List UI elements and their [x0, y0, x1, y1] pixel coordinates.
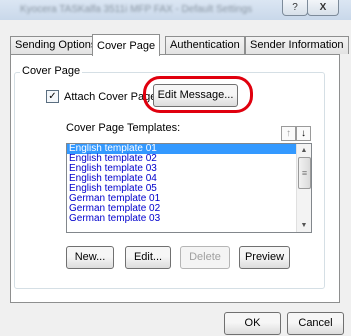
edit-message-button[interactable]: Edit Message...: [153, 84, 238, 107]
scroll-thumb[interactable]: ≡: [298, 157, 311, 189]
list-item[interactable]: German template 03: [67, 214, 296, 224]
templates-label: Cover Page Templates:: [66, 122, 181, 134]
tab-sending-options[interactable]: Sending Options: [10, 36, 102, 54]
cancel-button[interactable]: Cancel: [287, 312, 344, 335]
templates-listbox[interactable]: English template 01 English template 02 …: [66, 143, 312, 233]
templates-list: English template 01 English template 02 …: [67, 144, 296, 224]
move-up-icon[interactable]: ↑: [281, 126, 296, 141]
ok-button[interactable]: OK: [224, 312, 281, 335]
scroll-up-icon[interactable]: ▲: [297, 144, 311, 157]
edit-button[interactable]: Edit...: [125, 246, 171, 269]
new-button[interactable]: New...: [66, 246, 114, 269]
help-button[interactable]: ?: [282, 0, 308, 16]
scroll-down-icon[interactable]: ▼: [297, 219, 311, 232]
attach-cover-page-row[interactable]: ✓ Attach Cover Page: [46, 90, 156, 103]
tab-sender-information[interactable]: Sender Information: [245, 36, 349, 54]
window-title: Kyocera TASKalfa 3511i MFP FAX - Default…: [20, 4, 253, 15]
delete-button: Delete: [180, 246, 230, 269]
group-label: Cover Page: [20, 65, 83, 77]
attach-cover-page-checkbox[interactable]: ✓: [46, 90, 59, 103]
title-bar: Kyocera TASKalfa 3511i MFP FAX - Default…: [0, 0, 351, 20]
tab-authentication[interactable]: Authentication: [165, 36, 245, 54]
close-button[interactable]: X: [307, 0, 339, 16]
tab-cover-page[interactable]: Cover Page: [92, 34, 161, 56]
move-down-icon[interactable]: ↓: [296, 126, 311, 141]
preview-button[interactable]: Preview: [239, 246, 290, 269]
list-scrollbar[interactable]: ▲ ≡ ▼: [296, 144, 311, 232]
